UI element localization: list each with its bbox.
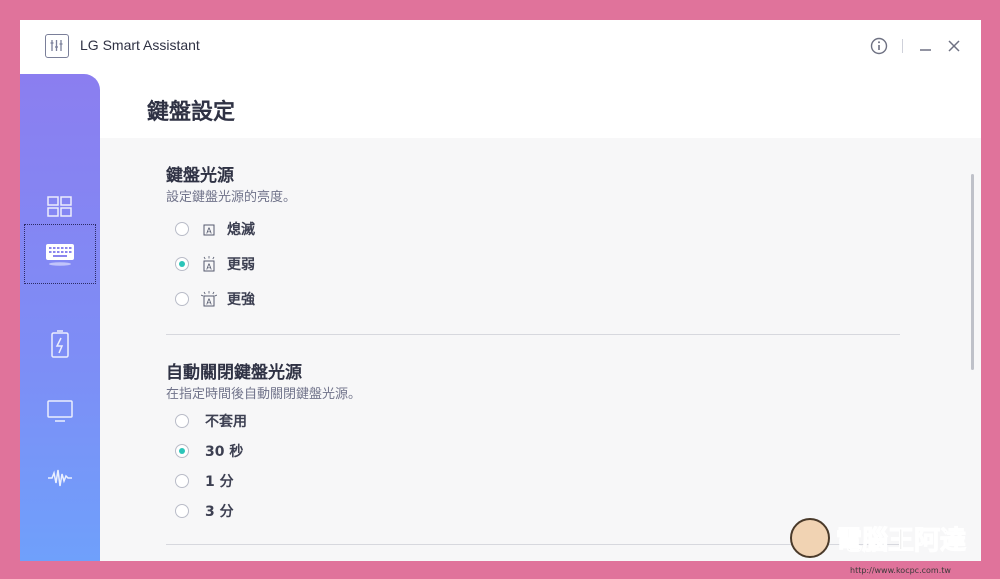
keyboard-icon xyxy=(46,244,74,266)
backlight-option-low[interactable]: A 更弱 xyxy=(175,253,255,275)
battery-icon xyxy=(51,330,69,358)
watermark-text: 電腦王阿達 xyxy=(835,525,967,556)
auto-off-section-description: 在指定時間後自動關閉鍵盤光源。 xyxy=(166,387,362,402)
option-label: 3 分 xyxy=(205,504,234,520)
dashboard-icon xyxy=(47,196,72,217)
option-label: 更弱 xyxy=(227,257,255,273)
option-label: 更強 xyxy=(227,292,255,308)
radio-low[interactable] xyxy=(175,257,189,271)
radio-30s[interactable] xyxy=(175,444,189,458)
watermark-mascot-icon xyxy=(790,518,830,558)
watermark: 電腦王阿達 xyxy=(790,518,967,558)
option-label: 30 秒 xyxy=(205,444,244,460)
radio-1m[interactable] xyxy=(175,474,189,488)
sidebar-item-display[interactable] xyxy=(24,381,96,441)
minimize-icon[interactable] xyxy=(916,36,936,56)
option-label: 熄滅 xyxy=(227,222,255,238)
radio-never[interactable] xyxy=(175,414,189,428)
svg-text:A: A xyxy=(206,226,212,235)
backlight-high-icon: A xyxy=(201,291,217,307)
auto-off-option-30s[interactable]: 30 秒 xyxy=(175,440,243,462)
app-logo-icon xyxy=(45,34,69,58)
auto-off-option-never[interactable]: 不套用 xyxy=(175,410,247,432)
watermark-url: http://www.kocpc.com.tw xyxy=(850,566,951,575)
backlight-section-description: 設定鍵盤光源的亮度。 xyxy=(166,190,297,205)
sound-icon xyxy=(48,469,72,487)
radio-high[interactable] xyxy=(175,292,189,306)
sidebar xyxy=(20,74,100,561)
sidebar-item-sound[interactable] xyxy=(24,448,96,508)
option-label: 1 分 xyxy=(205,474,234,490)
page-title: 鍵盤設定 xyxy=(147,100,236,125)
radio-off[interactable] xyxy=(175,222,189,236)
backlight-low-icon: A xyxy=(203,256,215,272)
settings-content: 鍵盤光源 設定鍵盤光源的亮度。 A 熄滅 A 更弱 A 更強 自動關閉鍵盤光源 … xyxy=(100,138,981,561)
svg-text:A: A xyxy=(206,297,212,306)
sidebar-item-keyboard[interactable] xyxy=(24,224,96,284)
title-bar: LG Smart Assistant xyxy=(20,20,981,74)
close-icon[interactable] xyxy=(944,36,964,56)
auto-off-option-3m[interactable]: 3 分 xyxy=(175,500,234,522)
backlight-section-title: 鍵盤光源 xyxy=(166,166,234,186)
backlight-off-icon: A xyxy=(203,224,215,236)
radio-3m[interactable] xyxy=(175,504,189,518)
backlight-option-off[interactable]: A 熄滅 xyxy=(175,218,255,240)
section-divider xyxy=(166,334,900,335)
auto-off-option-1m[interactable]: 1 分 xyxy=(175,470,234,492)
option-label: 不套用 xyxy=(205,414,247,430)
svg-text:A: A xyxy=(206,262,212,271)
backlight-option-high[interactable]: A 更強 xyxy=(175,288,255,310)
info-icon[interactable] xyxy=(869,36,889,56)
app-title: LG Smart Assistant xyxy=(80,37,200,53)
sidebar-item-battery[interactable] xyxy=(24,314,96,374)
monitor-icon xyxy=(47,400,73,422)
titlebar-divider xyxy=(902,39,903,53)
app-window: LG Smart Assistant 鍵盤設定 鍵盤光源 設定鍵盤光源的亮度。 … xyxy=(20,20,981,561)
auto-off-section-title: 自動關閉鍵盤光源 xyxy=(166,363,302,383)
scrollbar[interactable] xyxy=(971,174,974,370)
